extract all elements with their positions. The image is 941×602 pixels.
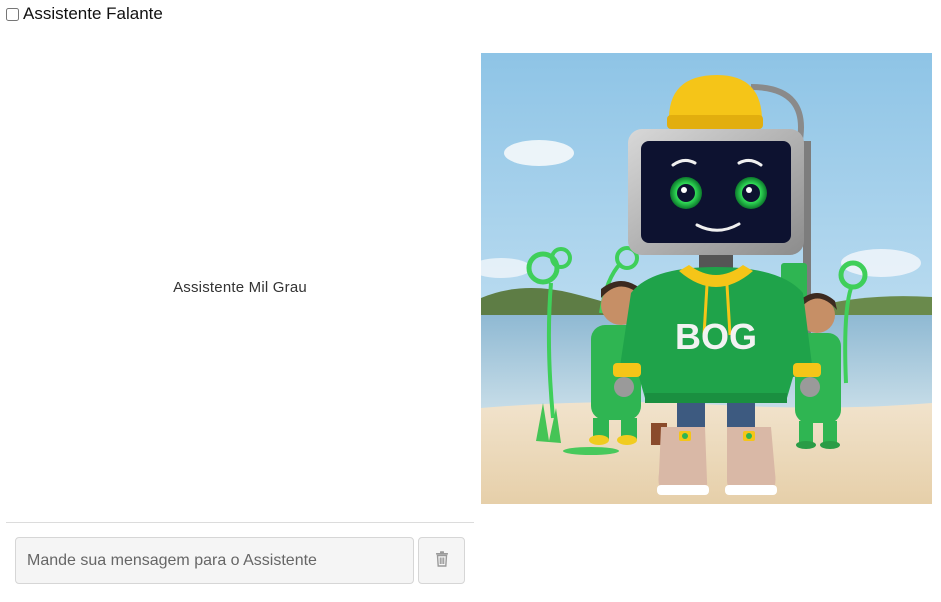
page: Assistente Falante Assistente Mil Grau M…: [0, 0, 941, 602]
hoodie-text: BOG: [675, 316, 757, 357]
clear-chat-button[interactable]: [418, 537, 465, 584]
divider: [6, 522, 474, 523]
message-input[interactable]: [15, 537, 414, 584]
robot-mascot-image: BOG: [481, 53, 932, 504]
message-composer: [15, 537, 465, 584]
speaking-assistant-label: Assistente Falante: [23, 4, 163, 23]
assistant-name: Assistente Mil Grau: [173, 279, 307, 296]
chat-panel: Assistente Mil Grau: [6, 53, 474, 522]
speaking-assistant-toggle[interactable]: Assistente Falante: [6, 4, 163, 24]
trash-icon: [435, 551, 449, 570]
assistant-avatar-image: BOG: [481, 53, 932, 504]
speaking-assistant-checkbox[interactable]: [6, 7, 19, 21]
